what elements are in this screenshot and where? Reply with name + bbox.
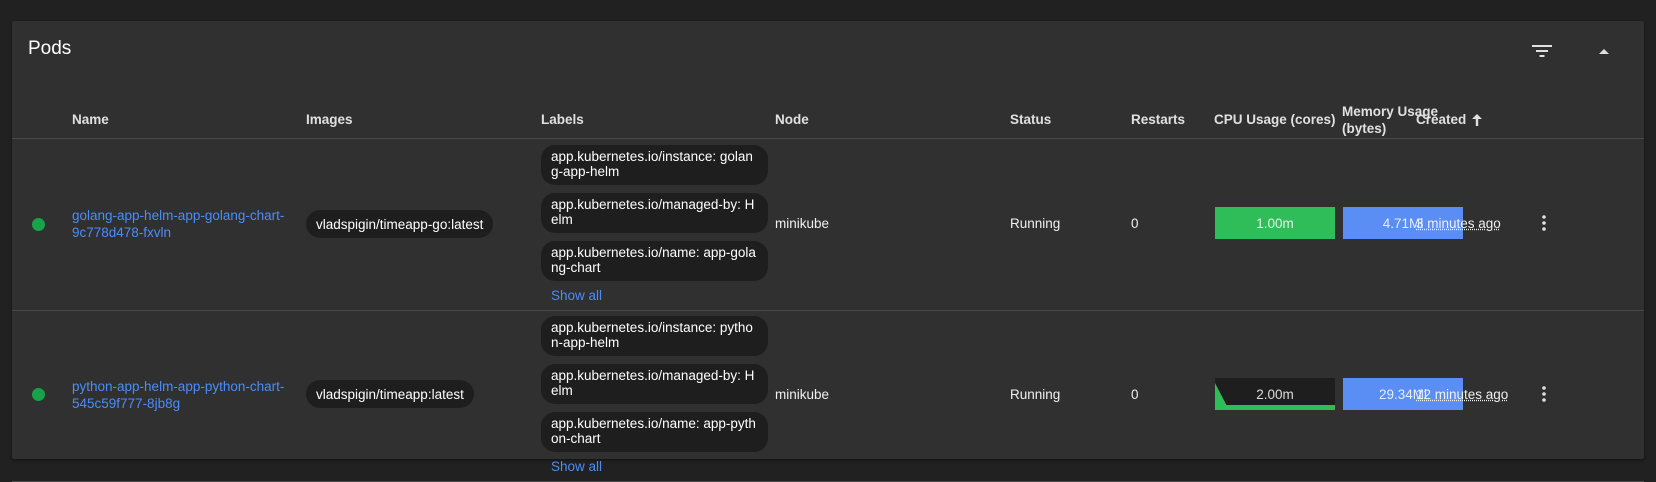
status-cell: Running bbox=[1010, 216, 1061, 231]
image-chip: vladspigin/timeapp-go:latest bbox=[306, 210, 494, 238]
label-chip: app.kubernetes.io/instance: python-app-h… bbox=[541, 316, 768, 356]
table-header: Name Images Labels Node Status Restarts … bbox=[12, 77, 1644, 139]
restarts-cell: 0 bbox=[1131, 216, 1139, 231]
cpu-usage-bar: 2.00m bbox=[1215, 378, 1335, 410]
cpu-usage-value: 1.00m bbox=[1256, 215, 1294, 231]
column-header-created[interactable]: Created bbox=[1416, 111, 1483, 128]
table-row: python-app-helm-app-python-chart-545c59f… bbox=[12, 310, 1644, 482]
column-header-restarts[interactable]: Restarts bbox=[1131, 111, 1185, 128]
show-all-labels-link[interactable]: Show all bbox=[551, 459, 602, 474]
column-header-node[interactable]: Node bbox=[775, 111, 809, 128]
label-chip: app.kubernetes.io/managed-by: Helm bbox=[541, 364, 768, 404]
cpu-usage-value: 2.00m bbox=[1256, 386, 1294, 402]
more-vert-icon[interactable] bbox=[1534, 382, 1554, 406]
filter-icon[interactable] bbox=[1530, 39, 1554, 63]
collapse-up-icon[interactable] bbox=[1592, 39, 1616, 63]
table-row: golang-app-helm-app-golang-chart-9c778d4… bbox=[12, 139, 1644, 311]
status-ok-icon bbox=[32, 388, 45, 401]
status-cell: Running bbox=[1010, 387, 1061, 402]
pods-card: Pods Name Images Labels Node Status Rest… bbox=[12, 21, 1644, 482]
created-time[interactable]: 12 minutes ago bbox=[1416, 387, 1508, 402]
pod-name-link[interactable]: golang-app-helm-app-golang-chart-9c778d4… bbox=[72, 207, 294, 241]
memory-usage-value: 29.34Mi bbox=[1378, 386, 1428, 402]
node-cell: minikube bbox=[775, 387, 830, 402]
column-header-cpu[interactable]: CPU Usage (cores) bbox=[1214, 111, 1336, 128]
label-chip: app.kubernetes.io/instance: golang-app-h… bbox=[541, 145, 768, 185]
arrow-up-icon bbox=[1472, 113, 1483, 126]
node-cell: minikube bbox=[775, 216, 830, 231]
label-chip: app.kubernetes.io/name: app-golang-chart bbox=[541, 241, 768, 281]
memory-usage-value: 4.71Mi bbox=[1382, 215, 1424, 231]
created-time[interactable]: 3 minutes ago bbox=[1416, 216, 1501, 231]
status-ok-icon bbox=[32, 218, 45, 231]
show-all-labels-link[interactable]: Show all bbox=[551, 288, 602, 303]
card-title: Pods bbox=[28, 38, 72, 59]
column-header-created-label: Created bbox=[1416, 112, 1467, 127]
more-vert-icon[interactable] bbox=[1534, 211, 1554, 235]
cpu-usage-fill bbox=[1215, 405, 1335, 410]
column-header-name[interactable]: Name bbox=[72, 111, 109, 128]
label-chip: app.kubernetes.io/managed-by: Helm bbox=[541, 193, 768, 233]
column-header-labels[interactable]: Labels bbox=[541, 111, 584, 128]
image-chip: vladspigin/timeapp:latest bbox=[306, 380, 474, 408]
restarts-cell: 0 bbox=[1131, 387, 1139, 402]
label-chip: app.kubernetes.io/name: app-python-chart bbox=[541, 412, 768, 452]
column-header-images[interactable]: Images bbox=[306, 111, 353, 128]
cpu-usage-bar: 1.00m bbox=[1215, 207, 1335, 239]
column-header-status[interactable]: Status bbox=[1010, 111, 1051, 128]
pod-name-link[interactable]: python-app-helm-app-python-chart-545c59f… bbox=[72, 378, 294, 412]
